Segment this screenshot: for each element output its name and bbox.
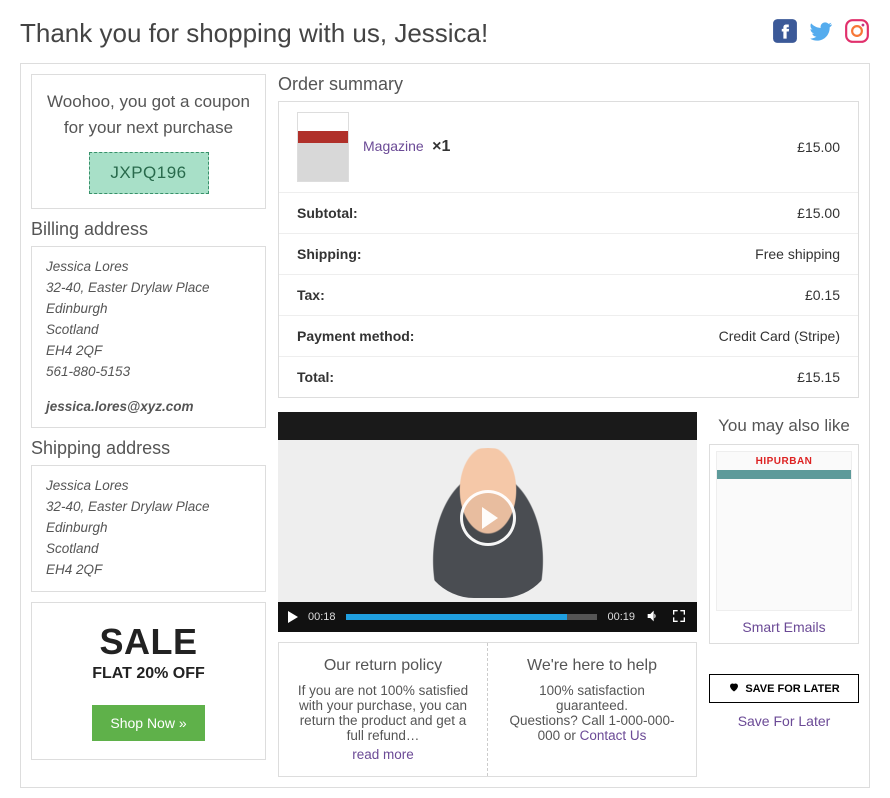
page-title: Thank you for shopping with us, Jessica! (20, 18, 488, 49)
row-value: £15.00 (797, 205, 840, 221)
help-box: We're here to help 100% satisfaction gua… (487, 643, 696, 776)
row-label: Subtotal: (297, 205, 358, 221)
summary-row: Subtotal: £15.00 (279, 193, 858, 234)
sale-headline: SALE (42, 621, 255, 663)
play-icon[interactable] (288, 611, 298, 623)
thank-you-video: 00:18 00:19 (278, 412, 697, 632)
social-links (772, 18, 870, 49)
row-value: Free shipping (755, 246, 840, 262)
help-title: We're here to help (506, 657, 678, 675)
video-controls: 00:18 00:19 (278, 602, 697, 632)
return-title: Our return policy (297, 657, 469, 675)
time-total: 00:19 (607, 611, 635, 623)
facebook-icon[interactable] (772, 18, 798, 49)
save-btn-label: SAVE FOR LATER (745, 683, 839, 695)
summary-row: Shipping: Free shipping (279, 234, 858, 275)
recommendations-title: You may also like (709, 416, 859, 436)
play-button[interactable] (460, 490, 516, 546)
shipping-title: Shipping address (31, 438, 266, 459)
row-label: Total: (297, 369, 334, 385)
summary-row: Payment method: Credit Card (Stripe) (279, 316, 858, 357)
heart-icon (728, 681, 740, 696)
shipping-city: Edinburgh (46, 518, 251, 539)
billing-postcode: EH4 2QF (46, 341, 251, 362)
order-item: Magazine ×1 £15.00 (279, 102, 858, 193)
billing-name: Jessica Lores (46, 257, 251, 278)
shop-now-button[interactable]: Shop Now » (92, 705, 204, 741)
recommendation-card: HIPURBAN Smart Emails (709, 444, 859, 644)
coupon-message: Woohoo, you got a coupon for your next p… (46, 89, 251, 140)
contact-link[interactable]: Contact Us (580, 728, 647, 743)
promo-banner: SALE FLAT 20% OFF Shop Now » (31, 602, 266, 760)
item-name: Magazine (363, 138, 424, 154)
summary-row: Total: £15.15 (279, 357, 858, 397)
save-for-later-button[interactable]: SAVE FOR LATER (709, 674, 859, 703)
reco-link[interactable]: Smart Emails (716, 619, 852, 635)
row-label: Payment method: (297, 328, 414, 344)
billing-city: Edinburgh (46, 299, 251, 320)
coupon-card: Woohoo, you got a coupon for your next p… (31, 74, 266, 209)
item-qty: ×1 (432, 138, 450, 155)
read-more-link[interactable]: read more (297, 747, 469, 762)
order-summary: Magazine ×1 £15.00 Subtotal: £15.00 Ship… (278, 101, 859, 398)
billing-address: Jessica Lores 32-40, Easter Drylaw Place… (31, 246, 266, 428)
time-elapsed: 00:18 (308, 611, 336, 623)
row-label: Tax: (297, 287, 325, 303)
billing-region: Scotland (46, 320, 251, 341)
progress-bar[interactable] (346, 614, 598, 620)
coupon-code[interactable]: JXPQ196 (89, 152, 209, 194)
shipping-street: 32-40, Easter Drylaw Place (46, 497, 251, 518)
item-price: £15.00 (797, 139, 840, 155)
save-for-later-link[interactable]: Save For Later (709, 713, 859, 729)
return-policy-box: Our return policy If you are not 100% sa… (279, 643, 487, 776)
return-body: If you are not 100% satisfied with your … (297, 683, 469, 743)
shipping-address: Jessica Lores 32-40, Easter Drylaw Place… (31, 465, 266, 592)
help-body1: 100% satisfaction guaranteed. (539, 683, 645, 713)
row-value: £0.15 (805, 287, 840, 303)
volume-icon[interactable] (645, 608, 661, 627)
item-thumbnail (297, 112, 349, 182)
video-topbar (278, 412, 697, 440)
billing-title: Billing address (31, 219, 266, 240)
fullscreen-icon[interactable] (671, 608, 687, 627)
sale-sub: FLAT 20% OFF (42, 665, 255, 683)
shipping-region: Scotland (46, 539, 251, 560)
row-value: £15.15 (797, 369, 840, 385)
reco-image[interactable]: HIPURBAN (716, 451, 852, 611)
order-summary-title: Order summary (278, 74, 859, 95)
row-label: Shipping: (297, 246, 362, 262)
billing-street: 32-40, Easter Drylaw Place (46, 278, 251, 299)
shipping-postcode: EH4 2QF (46, 560, 251, 581)
twitter-icon[interactable] (808, 18, 834, 49)
shipping-name: Jessica Lores (46, 476, 251, 497)
row-value: Credit Card (Stripe) (719, 328, 840, 344)
billing-phone: 561-880-5153 (46, 362, 251, 383)
billing-email: jessica.lores@xyz.com (46, 397, 251, 418)
instagram-icon[interactable] (844, 18, 870, 49)
summary-row: Tax: £0.15 (279, 275, 858, 316)
